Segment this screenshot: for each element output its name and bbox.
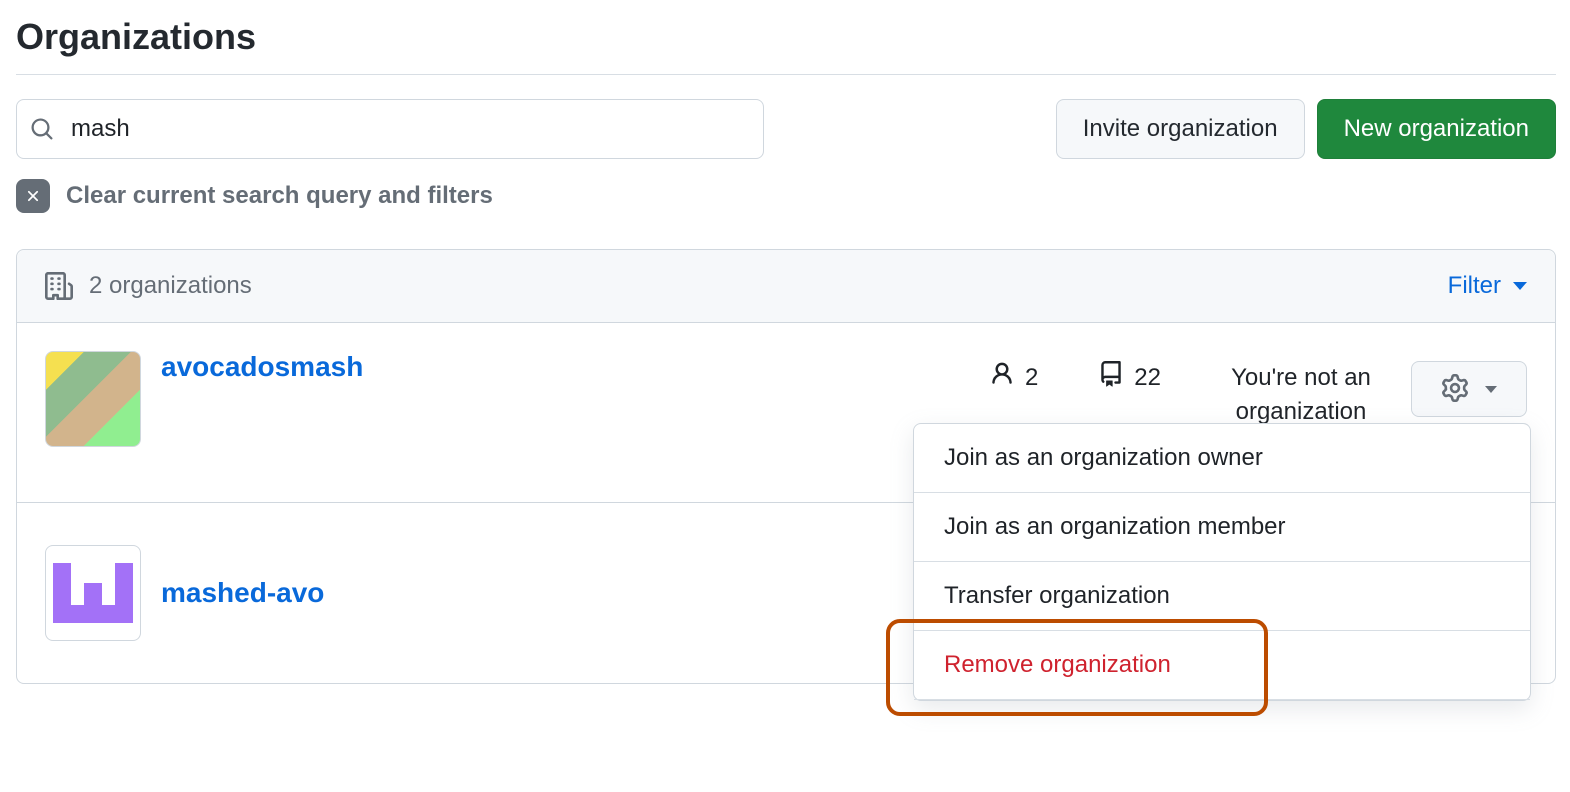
new-organization-button[interactable]: New organization xyxy=(1317,99,1556,159)
avatar xyxy=(45,351,141,447)
invite-organization-button[interactable]: Invite organization xyxy=(1056,99,1305,159)
remove-organization-item[interactable]: Remove organization xyxy=(914,631,1530,700)
list-header: 2 organizations Filter xyxy=(17,250,1555,323)
chevron-down-icon xyxy=(1513,282,1527,290)
clear-search-button[interactable]: Clear current search query and filters xyxy=(16,179,1556,213)
organization-settings-button[interactable] xyxy=(1411,361,1527,417)
join-as-member-item[interactable]: Join as an organization member xyxy=(914,493,1530,562)
organization-actions-dropdown: Join as an organization owner Join as an… xyxy=(913,423,1531,701)
search-icon xyxy=(30,117,54,141)
close-icon xyxy=(16,179,50,213)
organization-link[interactable]: avocadosmash xyxy=(161,351,363,383)
repos-count: 22 xyxy=(1134,364,1161,392)
organizations-count: 2 organizations xyxy=(89,272,252,300)
person-icon xyxy=(989,361,1015,394)
avatar xyxy=(45,545,141,641)
clear-search-label: Clear current search query and filters xyxy=(66,182,493,210)
organization-row: avocadosmash 2 22 You're not an organiza… xyxy=(17,323,1555,503)
filter-label: Filter xyxy=(1448,272,1501,300)
membership-status: You're not an organization xyxy=(1191,361,1411,428)
join-as-owner-item[interactable]: Join as an organization owner xyxy=(914,424,1530,493)
members-count: 2 xyxy=(1025,364,1038,392)
filter-button[interactable]: Filter xyxy=(1448,272,1527,300)
transfer-organization-item[interactable]: Transfer organization xyxy=(914,562,1530,631)
chevron-down-icon xyxy=(1485,386,1497,393)
repo-icon xyxy=(1098,361,1124,394)
page-title: Organizations xyxy=(16,16,1556,75)
search-container xyxy=(16,99,764,159)
gear-icon xyxy=(1441,374,1469,405)
organization-link[interactable]: mashed-avo xyxy=(161,577,324,609)
members-stat: 2 xyxy=(989,361,1038,394)
organization-icon xyxy=(45,272,73,300)
search-input[interactable] xyxy=(16,99,764,159)
repos-stat: 22 xyxy=(1098,361,1161,394)
organizations-list: 2 organizations Filter avocadosmash 2 xyxy=(16,249,1556,684)
